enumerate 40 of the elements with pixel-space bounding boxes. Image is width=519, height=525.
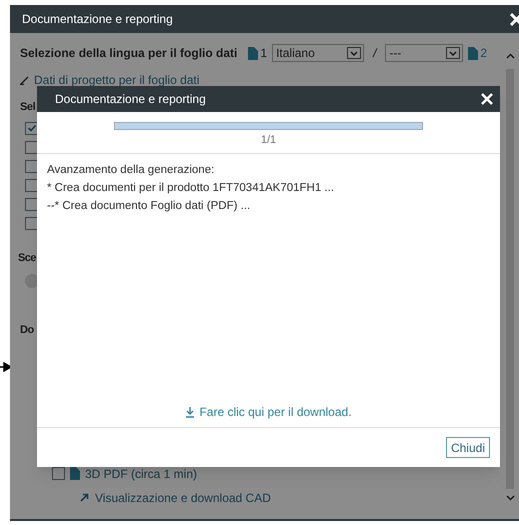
external-link-icon [80, 493, 89, 502]
scroll-up-icon[interactable] [506, 53, 515, 59]
scrollbar[interactable] [506, 69, 514, 489]
language-select[interactable]: Italiano [272, 44, 364, 62]
download-icon [185, 406, 196, 418]
pencil-icon [20, 75, 30, 85]
section-label: Sce [18, 250, 36, 266]
index-label: 2 [480, 45, 488, 62]
language-label: Selezione della lingua per il foglio dati [20, 45, 238, 62]
progress-reading: 1/1 [260, 133, 276, 148]
document-icon [468, 46, 478, 60]
design-data-link[interactable]: Dati di progetto per il foglio dati [34, 71, 200, 89]
separator-label: / [373, 45, 376, 62]
checkbox[interactable] [52, 467, 65, 480]
caret-icon [350, 50, 358, 56]
document-icon [70, 467, 80, 480]
window-title: Documentazione e reporting [22, 11, 173, 28]
checkbox[interactable] [25, 198, 38, 210]
log-line: Avanzamento della generazione: [47, 162, 216, 178]
download-link[interactable]: Fare clic qui per il download. [199, 403, 352, 421]
cad-link[interactable]: Visualizzazione e download CAD [95, 488, 271, 506]
checkbox[interactable] [25, 140, 38, 154]
index-label: 1 [260, 45, 268, 62]
section-label: Sel [20, 100, 36, 115]
section-label: Do [20, 323, 34, 338]
checkbox[interactable] [25, 122, 38, 134]
checkbox[interactable] [25, 216, 38, 230]
scroll-down-icon[interactable] [506, 495, 515, 501]
caret-icon [449, 50, 458, 56]
language-select[interactable]: --- [385, 44, 464, 62]
pointer-arrow-icon [0, 362, 11, 372]
dialog-title: Documentazione e reporting [55, 91, 206, 108]
document-icon [248, 46, 258, 60]
checkbox[interactable] [25, 160, 38, 172]
checkbox[interactable] [25, 178, 38, 192]
log-line: * Crea documenti per il prodotto 1FT70341AK701FH1 ... [47, 180, 336, 196]
close-icon[interactable] [481, 93, 493, 105]
close-button[interactable]: Chiudi [446, 437, 490, 458]
option-label: 3D PDF (circa 1 min) [85, 466, 198, 482]
log-line: --* Crea documento Foglio dati (PDF) ... [47, 198, 252, 214]
